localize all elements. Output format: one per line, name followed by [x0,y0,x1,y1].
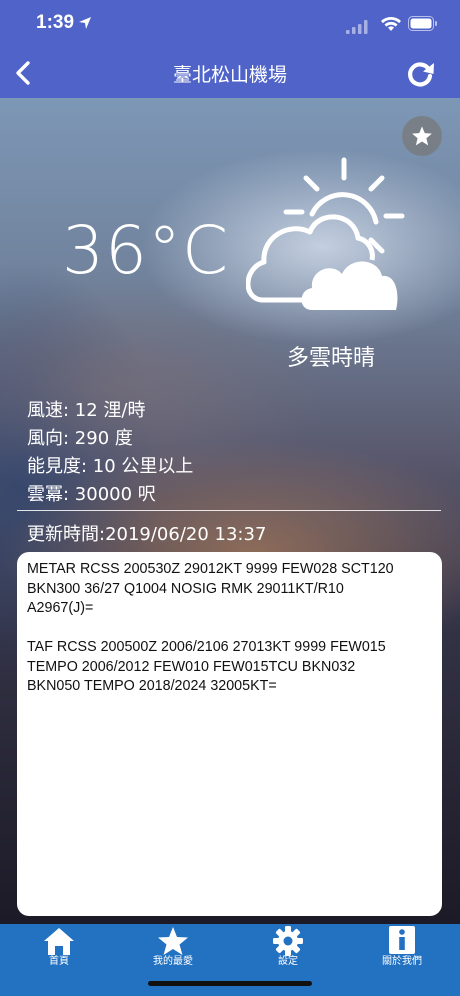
visibility: 能見度: 10 公里以上 [27,456,194,477]
favorite-button[interactable] [402,116,442,156]
cellular-signal-icon [346,20,368,34]
metar-line: BKN300 36/27 Q1004 NOSIG RMK 29011KT/R10 [27,580,344,597]
tab-label: 關於我們 [382,956,422,967]
tab-label: 首頁 [49,956,69,967]
tab-favorites[interactable]: 我的最愛 [133,926,213,967]
location-arrow-icon [79,17,91,29]
update-time: 更新時間:2019/06/20 13:37 [27,524,267,545]
cloud-ceiling: 雲冪: 30000 呎 [27,484,156,505]
battery-icon [408,16,437,31]
wind-direction: 風向: 290 度 [27,428,133,449]
home-indicator [148,981,312,986]
metar-line: A2967(J)= [27,600,94,616]
refresh-button[interactable] [404,58,436,90]
star-icon [412,126,432,146]
weather-condition: 多雲時晴 [286,346,375,371]
metar-line: METAR RCSS 200530Z 29012KT 9999 FEW028 S… [27,561,394,577]
tab-settings[interactable]: 設定 [248,926,328,967]
page-title: 臺北松山機場 [172,64,287,86]
divider [17,510,441,511]
tab-about[interactable]: 關於我們 [362,926,442,967]
tab-home[interactable]: 首頁 [19,926,99,967]
wifi-icon [381,17,401,31]
wind-speed: 風速: 12 浬/時 [27,400,146,421]
taf-line: BKN050 TEMPO 2018/2024 32005KT= [27,678,277,694]
header: 1:39 臺北松山機場 [0,0,460,98]
taf-line: TEMPO 2006/2012 FEW010 FEW015TCU BKN032 [27,658,356,675]
status-time: 1:39 [36,12,75,33]
tab-label: 設定 [278,956,298,967]
tab-label: 我的最愛 [153,956,193,967]
partly-cloudy-icon [246,157,405,310]
status-bar: 1:39 [0,0,460,48]
metar-taf-report: METAR RCSS 200530Z 29012KT 9999 FEW028 S… [17,552,442,916]
taf-line: TAF RCSS 200500Z 2006/2106 27013KT 9999 … [27,639,386,655]
temperature-value: 36°C [62,212,230,289]
